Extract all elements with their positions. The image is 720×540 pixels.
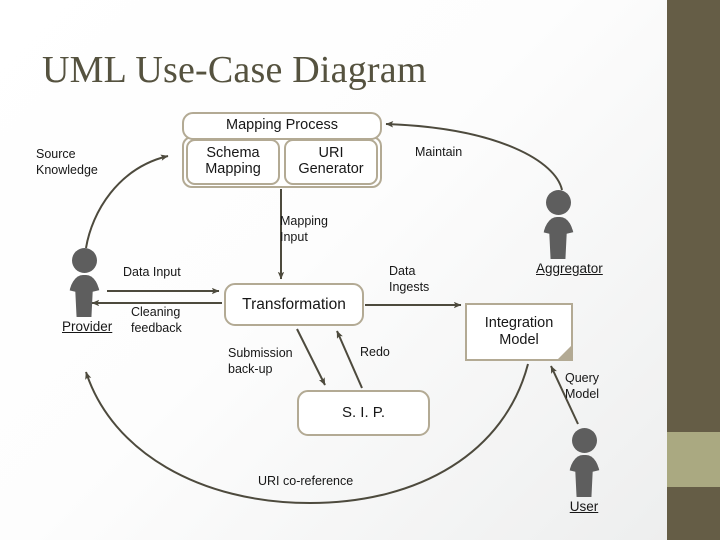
edge-label-query-model: Query Model (565, 371, 600, 401)
integration-model-label: Integration Model (484, 315, 554, 348)
actor-user-label: User (569, 499, 599, 514)
edge-label-mapping-input: Mapping Input (280, 214, 328, 244)
edge-label-submission-backup: Submission back-up (228, 346, 293, 376)
actor-body-icon (568, 455, 600, 497)
actor-user[interactable]: User (562, 428, 606, 514)
decorative-bar-bottom (667, 487, 720, 540)
actor-head-icon (71, 248, 97, 273)
actor-aggregator-label: Aggregator (536, 261, 603, 276)
edge-label-redo: Redo (360, 345, 390, 359)
edge-label-source-knowledge: Source Knowledge (36, 147, 98, 177)
slide-canvas: UML Use-Case Diagram Mapping Process Sch… (0, 0, 720, 540)
actor-provider-label: Provider (62, 319, 113, 334)
usecase-sip[interactable]: S. I. P. (297, 390, 430, 436)
edge-label-data-ingests: Data Ingests (389, 264, 430, 294)
usecase-uri-generator[interactable]: URI Generator (284, 139, 378, 185)
actor-body-icon (542, 217, 574, 259)
edge-source-knowledge (85, 154, 169, 249)
usecase-transformation[interactable]: Transformation (224, 283, 364, 326)
actor-head-icon (545, 190, 571, 215)
actor-body-icon (68, 275, 100, 317)
decorative-bar-top (667, 0, 720, 432)
edge-submission-backup (296, 328, 326, 386)
usecase-schema-mapping[interactable]: Schema Mapping (186, 139, 280, 185)
edge-maintain (385, 121, 563, 191)
edge-label-uri-coreference: URI co-reference (258, 474, 354, 488)
edge-label-maintain: Maintain (415, 145, 463, 159)
edge-redo (336, 330, 363, 389)
artifact-integration-model[interactable]: Integration Model (465, 303, 573, 361)
edge-label-data-input: Data Input (123, 265, 181, 279)
edge-label-cleaning-feedback: Cleaning feedback (131, 305, 182, 335)
page-title: UML Use-Case Diagram (42, 49, 427, 91)
actor-head-icon (571, 428, 597, 453)
actor-provider[interactable]: Provider (62, 248, 113, 334)
decorative-bar-sage (667, 432, 720, 487)
actor-aggregator[interactable]: Aggregator (536, 190, 603, 276)
usecase-mapping-process[interactable]: Mapping Process (182, 112, 382, 140)
